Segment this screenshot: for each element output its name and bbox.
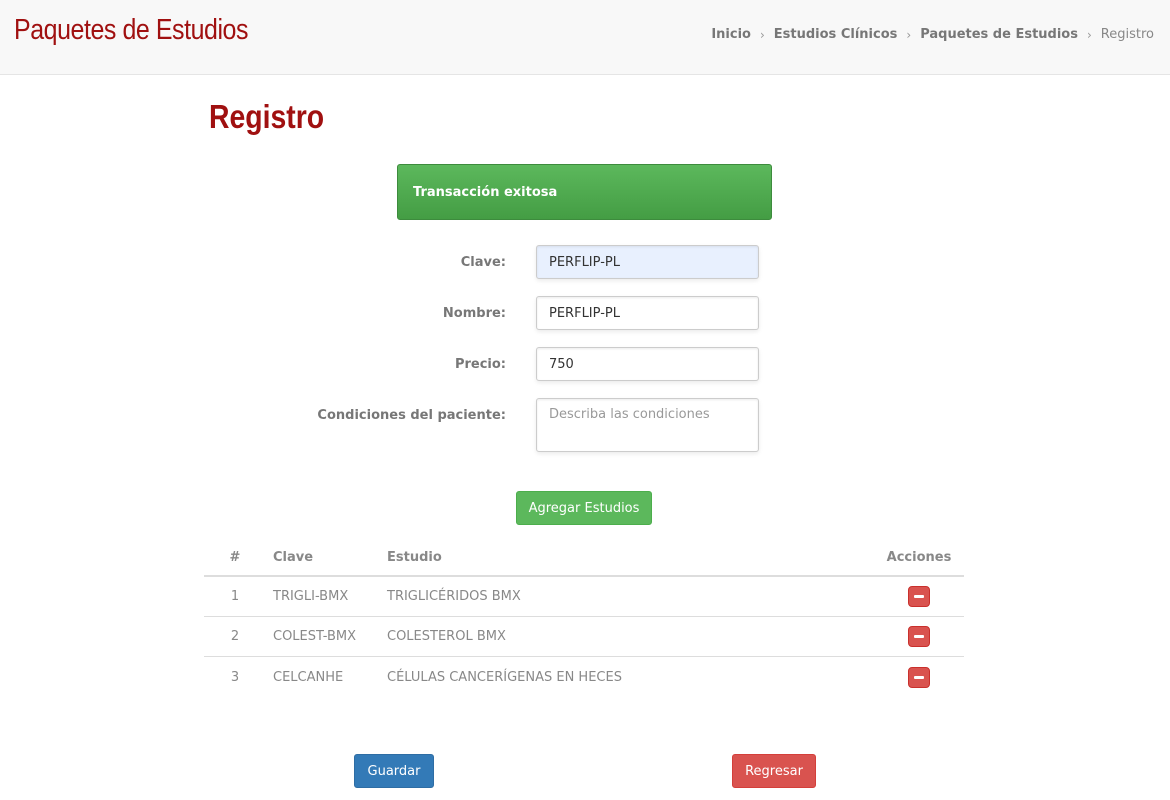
table-row: 1 TRIGLI-BMX TRIGLICÉRIDOS BMX <box>204 577 964 617</box>
nombre-label: Nombre: <box>442 306 506 321</box>
row-clave: TRIGLI-BMX <box>273 589 349 604</box>
table-header-row: # Clave Estudio Acciones <box>204 540 964 577</box>
breadcrumb-paquetes-de-estudios[interactable]: Paquetes de Estudios <box>920 27 1078 42</box>
breadcrumb: Inicio › Estudios Clínicos › Paquetes de… <box>711 27 1154 42</box>
header-acciones: Acciones <box>886 550 952 565</box>
page-title: Registro <box>209 98 325 135</box>
header-num: # <box>229 550 241 565</box>
row-clave: COLEST-BMX <box>273 629 357 644</box>
minus-icon <box>914 675 924 679</box>
success-alert: Transacción exitosa <box>397 164 772 220</box>
nombre-input[interactable] <box>536 296 759 330</box>
condiciones-label: Condiciones del paciente: <box>317 408 506 423</box>
row-num: 1 <box>230 589 240 604</box>
remove-study-button[interactable] <box>908 666 930 688</box>
table-row: 2 COLEST-BMX COLESTEROL BMX <box>204 617 964 657</box>
header-clave: Clave <box>273 550 314 565</box>
remove-study-button[interactable] <box>908 586 930 607</box>
form-row-precio: Precio: <box>200 347 800 381</box>
row-estudio: CÉLULAS CANCERÍGENAS EN HECES <box>387 669 622 685</box>
app-title: Paquetes de Estudios <box>14 14 249 46</box>
agregar-estudios-button[interactable]: Agregar Estudios <box>516 491 652 525</box>
header-estudio: Estudio <box>387 550 442 565</box>
clave-label: Clave: <box>460 255 506 270</box>
minus-icon <box>914 635 924 638</box>
guardar-button[interactable]: Guardar <box>354 754 434 788</box>
row-num: 2 <box>230 629 240 644</box>
form-row-clave: Clave: <box>200 245 800 279</box>
minus-icon <box>914 595 924 598</box>
breadcrumb-registro: Registro <box>1100 27 1154 42</box>
breadcrumb-separator: › <box>1086 27 1092 42</box>
regresar-button[interactable]: Regresar <box>732 754 816 788</box>
row-num: 3 <box>230 669 240 685</box>
row-actions <box>874 577 964 616</box>
studies-table: # Clave Estudio Acciones 1 TRIGLI-BMX TR… <box>204 540 964 697</box>
breadcrumb-estudios-clinicos[interactable]: Estudios Clínicos <box>774 27 898 42</box>
breadcrumb-inicio[interactable]: Inicio <box>711 27 751 42</box>
precio-input[interactable] <box>536 347 759 381</box>
breadcrumb-separator: › <box>906 27 912 42</box>
form-row-nombre: Nombre: <box>200 296 800 330</box>
row-estudio: TRIGLICÉRIDOS BMX <box>387 589 521 604</box>
remove-study-button[interactable] <box>908 626 930 647</box>
table-row: 3 CELCANHE CÉLULAS CANCERÍGENAS EN HECES <box>204 657 964 697</box>
precio-label: Precio: <box>454 357 506 372</box>
row-actions <box>874 617 964 656</box>
top-header: Paquetes de Estudios Inicio › Estudios C… <box>0 0 1170 75</box>
row-actions <box>874 657 964 697</box>
breadcrumb-separator: › <box>759 27 765 42</box>
clave-input[interactable] <box>536 245 759 279</box>
row-clave: CELCANHE <box>273 669 344 685</box>
form-row-condiciones: Condiciones del paciente: <box>200 398 800 452</box>
row-estudio: COLESTEROL BMX <box>387 629 506 644</box>
condiciones-textarea[interactable] <box>536 398 759 452</box>
